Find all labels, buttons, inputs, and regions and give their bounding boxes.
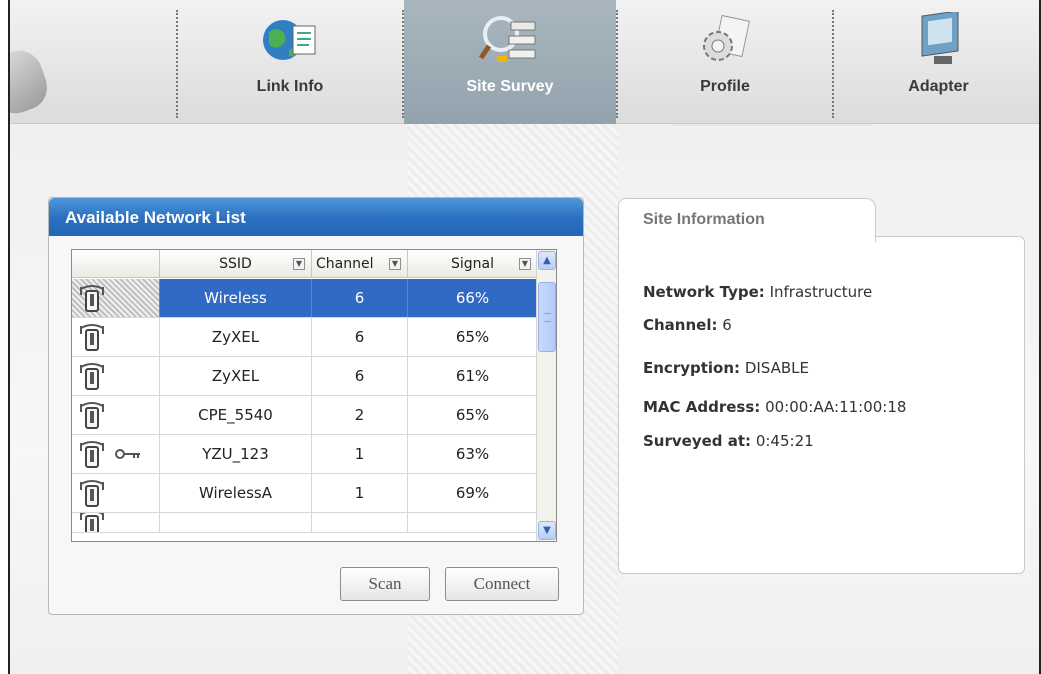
network-icon-cell (72, 357, 160, 395)
signal-cell: 63% (408, 435, 538, 473)
column-header-label: Signal (450, 256, 494, 272)
table-row[interactable]: WirelessA 1 69% (72, 474, 538, 513)
tab-label: Profile (700, 78, 750, 95)
channel-label: Channel: (643, 316, 718, 334)
tab-label: Link Info (256, 78, 324, 95)
channel-cell: 2 (312, 396, 408, 434)
wireless-ap-icon (80, 480, 104, 507)
signal-cell: 61% (408, 357, 538, 395)
ssid-cell: WirelessA (160, 474, 312, 512)
vertical-scrollbar[interactable]: ▲ ▼ (536, 250, 556, 541)
dropdown-arrow-icon[interactable]: ▼ (293, 258, 305, 270)
encryption-label: Encryption: (643, 359, 741, 377)
ssid-cell: Wireless (160, 279, 312, 317)
wireless-ap-icon (80, 324, 104, 351)
network-type-label: Network Type: (643, 283, 765, 301)
network-type-value: Infrastructure (769, 283, 873, 301)
available-network-list-panel: Available Network List SSID ▼ Channel ▼ … (48, 197, 584, 615)
top-navigation: Link Info Site Survey Profile Adapter (10, 0, 1039, 124)
signal-cell: 66% (408, 279, 538, 317)
scroll-up-icon[interactable]: ▲ (538, 251, 556, 270)
gear-doc-icon (703, 14, 751, 61)
app-window: Link Info Site Survey Profile Adapter Av… (8, 0, 1041, 674)
network-icon-cell (72, 513, 160, 532)
site-information-box: Network Type: Infrastructure Channel: 6 … (618, 236, 1025, 574)
network-icon-cell (72, 318, 160, 356)
site-information-tab[interactable]: Site Information (618, 198, 876, 242)
network-type-row: Network Type: Infrastructure (643, 283, 872, 301)
adapter-icon (921, 12, 958, 64)
column-header-ssid[interactable]: SSID ▼ (160, 250, 312, 278)
network-table: SSID ▼ Channel ▼ Signal ▼ Wireless 6 66% Zy… (71, 249, 557, 542)
table-row[interactable]: YZU_123 1 63% (72, 435, 538, 474)
tab-site-survey[interactable]: Site Survey (404, 0, 616, 124)
mac-address-value: 00:00:AA:11:00:18 (765, 398, 907, 416)
network-icon-cell (72, 435, 160, 473)
channel-cell: 6 (312, 318, 408, 356)
table-row[interactable]: Wireless 6 66% (72, 279, 538, 318)
scan-button[interactable]: Scan (340, 567, 430, 601)
table-row[interactable]: ZyXEL 6 65% (72, 318, 538, 357)
encryption-value: DISABLE (744, 359, 809, 377)
column-header-signal[interactable]: Signal ▼ (408, 250, 538, 278)
network-icon-cell (72, 279, 160, 317)
scroll-thumb[interactable] (538, 282, 556, 352)
table-row[interactable]: ZyXEL 6 61% (72, 357, 538, 396)
scroll-down-icon[interactable]: ▼ (538, 521, 556, 540)
encryption-row: Encryption: DISABLE (643, 359, 809, 377)
signal-cell: 65% (408, 318, 538, 356)
signal-cell: 69% (408, 474, 538, 512)
wireless-ap-icon (80, 513, 104, 532)
tab-label: Site Survey (466, 78, 554, 95)
key-icon (115, 449, 140, 459)
mac-address-row: MAC Address: 00:00:AA:11:00:18 (643, 398, 906, 416)
surveyed-at-row: Surveyed at: 0:45:21 (643, 432, 814, 450)
wireless-ap-icon (80, 402, 104, 429)
ssid-cell: ZyXEL (160, 357, 312, 395)
ssid-cell: ZyXEL (160, 318, 312, 356)
channel-row: Channel: 6 (643, 316, 732, 334)
network-icon-cell (72, 474, 160, 512)
table-header: SSID ▼ Channel ▼ Signal ▼ (72, 250, 538, 278)
table-cell (408, 513, 538, 532)
connect-button[interactable]: Connect (445, 567, 559, 601)
channel-cell: 6 (312, 357, 408, 395)
network-icon-cell (72, 396, 160, 434)
channel-value: 6 (722, 316, 732, 334)
column-header-icon[interactable] (72, 250, 160, 278)
signal-cell: 65% (408, 396, 538, 434)
surveyed-at-label: Surveyed at: (643, 432, 752, 450)
wireless-ap-icon (80, 363, 104, 390)
ssid-cell: CPE_5540 (160, 396, 312, 434)
column-header-channel[interactable]: Channel ▼ (312, 250, 408, 278)
dropdown-arrow-icon[interactable]: ▼ (519, 258, 531, 270)
channel-cell: 6 (312, 279, 408, 317)
decorative-swoosh (10, 44, 54, 120)
table-row[interactable]: CPE_5540 2 65% (72, 396, 538, 435)
table-row[interactable] (72, 513, 538, 533)
table-body: Wireless 6 66% ZyXEL 6 65% ZyXEL 6 61% CPE_5540 2 6… (72, 279, 538, 533)
wireless-ap-icon (80, 441, 104, 468)
channel-cell: 1 (312, 435, 408, 473)
tab-adapter[interactable]: Adapter (834, 0, 1039, 124)
site-information-panel: Network Type: Infrastructure Channel: 6 … (618, 198, 1025, 574)
table-cell (312, 513, 408, 532)
tab-label: Adapter (908, 78, 969, 95)
globe-doc-icon (263, 20, 316, 60)
panel-title: Available Network List (49, 198, 583, 236)
decorative-swoosh (670, 124, 930, 194)
wireless-ap-icon (80, 285, 104, 312)
ssid-cell: YZU_123 (160, 435, 312, 473)
main-content: Available Network List SSID ▼ Channel ▼ … (10, 124, 1039, 674)
column-header-label: SSID (219, 256, 252, 272)
surveyed-at-value: 0:45:21 (755, 432, 814, 450)
column-header-label: Channel (316, 256, 374, 272)
network-survey-icon (479, 16, 536, 62)
tab-link-info[interactable]: Link Info (178, 0, 402, 124)
channel-cell: 1 (312, 474, 408, 512)
tab-profile[interactable]: Profile (618, 0, 832, 124)
table-cell (160, 513, 312, 532)
dropdown-arrow-icon[interactable]: ▼ (389, 258, 401, 270)
mac-address-label: MAC Address: (643, 398, 761, 416)
